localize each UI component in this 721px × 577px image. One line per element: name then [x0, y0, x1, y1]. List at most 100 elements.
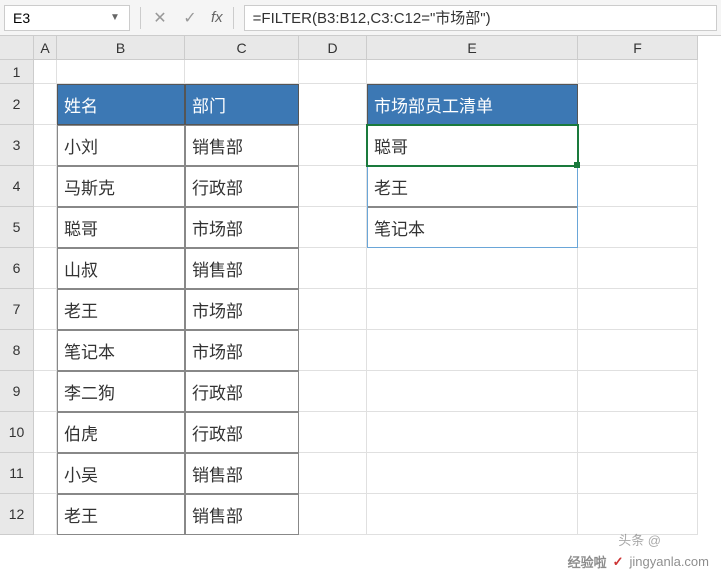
cell[interactable]: [578, 84, 698, 125]
cell[interactable]: [367, 60, 578, 84]
row-header[interactable]: 12: [0, 494, 34, 535]
confirm-icon[interactable]: ✓: [181, 8, 199, 28]
cell[interactable]: [578, 371, 698, 412]
row-header[interactable]: 11: [0, 453, 34, 494]
name-box[interactable]: [5, 6, 105, 30]
cell[interactable]: [299, 125, 367, 166]
cell[interactable]: [299, 330, 367, 371]
cell[interactable]: [299, 207, 367, 248]
table-cell[interactable]: 山叔: [57, 248, 185, 289]
table-cell[interactable]: 行政部: [185, 166, 299, 207]
table-cell[interactable]: 小吴: [57, 453, 185, 494]
cell[interactable]: [578, 125, 698, 166]
cell[interactable]: [367, 248, 578, 289]
table-cell[interactable]: 销售部: [185, 125, 299, 166]
cell[interactable]: [578, 166, 698, 207]
cell[interactable]: [578, 412, 698, 453]
table-cell[interactable]: 行政部: [185, 371, 299, 412]
cell[interactable]: [578, 494, 698, 535]
table-cell[interactable]: 市场部: [185, 289, 299, 330]
cell[interactable]: [299, 371, 367, 412]
cell[interactable]: [299, 60, 367, 84]
cell[interactable]: [578, 453, 698, 494]
table-cell[interactable]: 老王: [57, 494, 185, 535]
row-header[interactable]: 4: [0, 166, 34, 207]
cell[interactable]: [34, 60, 57, 84]
cell[interactable]: [299, 289, 367, 330]
row-header[interactable]: 2: [0, 84, 34, 125]
cell[interactable]: [299, 166, 367, 207]
cell[interactable]: [367, 371, 578, 412]
watermark: 经验啦 ✓ jingyanla.com: [568, 552, 709, 571]
cell[interactable]: [57, 60, 185, 84]
cell[interactable]: [34, 166, 57, 207]
row-header[interactable]: 5: [0, 207, 34, 248]
result-cell[interactable]: 老王: [367, 166, 578, 207]
cell[interactable]: [367, 289, 578, 330]
cell[interactable]: [367, 453, 578, 494]
table-header[interactable]: 姓名: [57, 84, 185, 125]
cell[interactable]: [578, 60, 698, 84]
select-all-corner[interactable]: [0, 36, 34, 60]
table-cell[interactable]: 销售部: [185, 494, 299, 535]
table-cell[interactable]: 小刘: [57, 125, 185, 166]
column-header[interactable]: B: [57, 36, 185, 60]
column-header[interactable]: E: [367, 36, 578, 60]
watermark-brand: 经验啦: [568, 552, 607, 571]
cell[interactable]: [578, 207, 698, 248]
cell[interactable]: [34, 84, 57, 125]
cell[interactable]: [34, 371, 57, 412]
cell[interactable]: [34, 289, 57, 330]
cancel-icon[interactable]: ✕: [151, 8, 169, 28]
cell[interactable]: [367, 494, 578, 535]
cell[interactable]: [299, 84, 367, 125]
column-header[interactable]: D: [299, 36, 367, 60]
cell[interactable]: [34, 412, 57, 453]
table-cell[interactable]: 笔记本: [57, 330, 185, 371]
cell[interactable]: [367, 330, 578, 371]
table-cell[interactable]: 老王: [57, 289, 185, 330]
row-header[interactable]: 1: [0, 60, 34, 84]
cell[interactable]: [34, 494, 57, 535]
row-header[interactable]: 10: [0, 412, 34, 453]
table-header[interactable]: 部门: [185, 84, 299, 125]
cell[interactable]: [34, 207, 57, 248]
cell[interactable]: [578, 330, 698, 371]
table-cell[interactable]: 伯虎: [57, 412, 185, 453]
row-header[interactable]: 3: [0, 125, 34, 166]
table-cell[interactable]: 销售部: [185, 248, 299, 289]
cell[interactable]: [34, 453, 57, 494]
column-header[interactable]: F: [578, 36, 698, 60]
row-header[interactable]: 6: [0, 248, 34, 289]
table-cell[interactable]: 李二狗: [57, 371, 185, 412]
cell[interactable]: [578, 289, 698, 330]
table-header[interactable]: 市场部员工清单: [367, 84, 578, 125]
row-header[interactable]: 9: [0, 371, 34, 412]
cell[interactable]: [367, 412, 578, 453]
table-cell[interactable]: 马斯克: [57, 166, 185, 207]
table-cell[interactable]: 聪哥: [57, 207, 185, 248]
formula-bar[interactable]: =FILTER(B3:B12,C3:C12="市场部"): [244, 5, 717, 31]
column-header[interactable]: A: [34, 36, 57, 60]
table-cell[interactable]: 行政部: [185, 412, 299, 453]
table-cell[interactable]: 市场部: [185, 330, 299, 371]
fill-handle[interactable]: [574, 162, 580, 168]
cell[interactable]: [299, 412, 367, 453]
cell[interactable]: [578, 248, 698, 289]
row-header[interactable]: 7: [0, 289, 34, 330]
table-cell[interactable]: 市场部: [185, 207, 299, 248]
cell[interactable]: [34, 248, 57, 289]
row-header[interactable]: 8: [0, 330, 34, 371]
cell[interactable]: [34, 125, 57, 166]
cell[interactable]: [34, 330, 57, 371]
fx-icon[interactable]: fx: [211, 9, 223, 26]
cell[interactable]: [299, 248, 367, 289]
cell[interactable]: [185, 60, 299, 84]
cell[interactable]: [299, 453, 367, 494]
selected-cell[interactable]: [367, 125, 578, 166]
result-cell[interactable]: 笔记本: [367, 207, 578, 248]
column-header[interactable]: C: [185, 36, 299, 60]
table-cell[interactable]: 销售部: [185, 453, 299, 494]
cell[interactable]: [299, 494, 367, 535]
name-box-dropdown[interactable]: ▼: [105, 12, 125, 23]
